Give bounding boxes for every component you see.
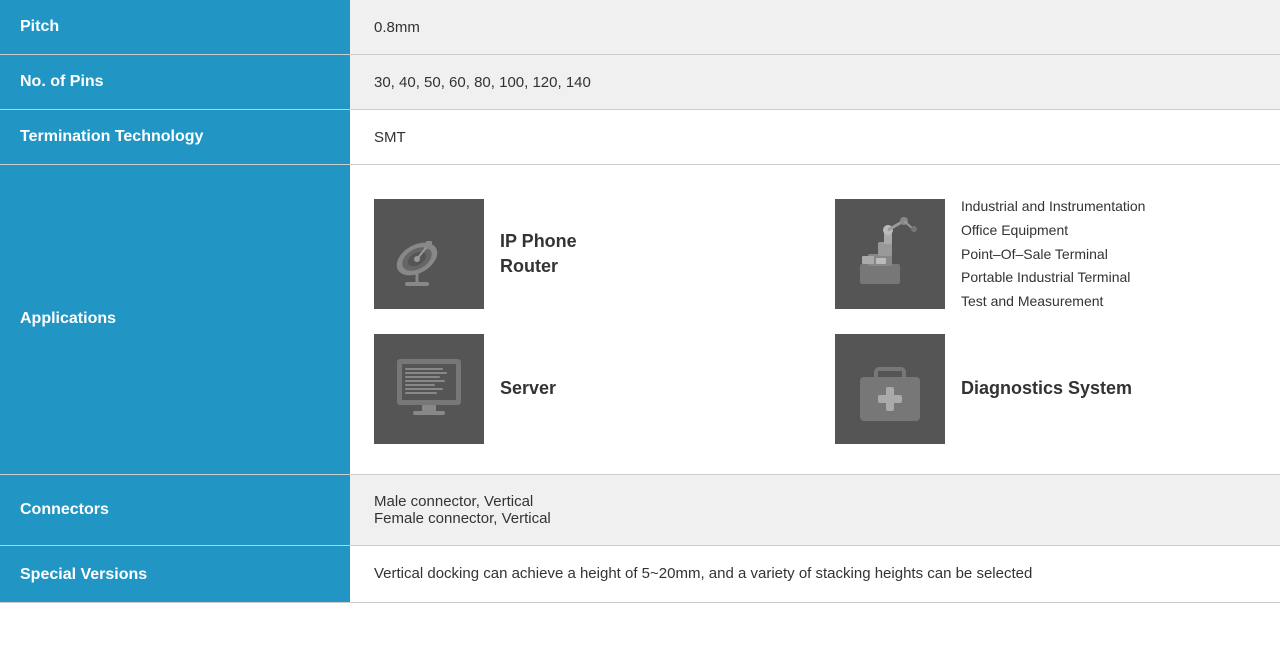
diagnostics-label: Diagnostics System	[961, 376, 1132, 401]
ip-phone-label: IP PhoneRouter	[500, 229, 577, 279]
special-versions-row: Special Versions Vertical docking can ac…	[0, 545, 1280, 602]
special-versions-value: Vertical docking can achieve a height of…	[350, 545, 1280, 602]
no-of-pins-row: No. of Pins 30, 40, 50, 60, 80, 100, 120…	[0, 55, 1280, 110]
special-versions-label: Special Versions	[0, 545, 350, 602]
app-item-server: Server	[374, 334, 795, 444]
termination-technology-value: SMT	[350, 110, 1280, 165]
applications-row: Applications	[0, 165, 1280, 475]
server-icon-img	[374, 334, 484, 444]
applications-grid: IP PhoneRouter	[374, 195, 1256, 444]
diagnostics-icon	[835, 334, 945, 444]
termination-technology-label: Termination Technology	[0, 110, 350, 165]
pitch-value: 0.8mm	[350, 0, 1280, 55]
connectors-row: Connectors Male connector, Vertical Fema…	[0, 474, 1280, 545]
connectors-label: Connectors	[0, 474, 350, 545]
pitch-row: Pitch 0.8mm	[0, 0, 1280, 55]
no-of-pins-value: 30, 40, 50, 60, 80, 100, 120, 140	[350, 55, 1280, 110]
industrial-icon	[835, 199, 945, 309]
industrial-list: Industrial and Instrumentation Office Eq…	[961, 195, 1145, 314]
app-item-ip-phone: IP PhoneRouter	[374, 195, 795, 314]
applications-label: Applications	[0, 165, 350, 475]
no-of-pins-label: No. of Pins	[0, 55, 350, 110]
satellite-icon	[374, 199, 484, 309]
applications-content: IP PhoneRouter	[350, 165, 1280, 475]
server-label: Server	[500, 376, 556, 401]
app-item-industrial: Industrial and Instrumentation Office Eq…	[835, 195, 1256, 314]
connectors-value: Male connector, Vertical Female connecto…	[350, 474, 1280, 545]
app-item-diagnostics: Diagnostics System	[835, 334, 1256, 444]
termination-technology-row: Termination Technology SMT	[0, 110, 1280, 165]
pitch-label: Pitch	[0, 0, 350, 55]
